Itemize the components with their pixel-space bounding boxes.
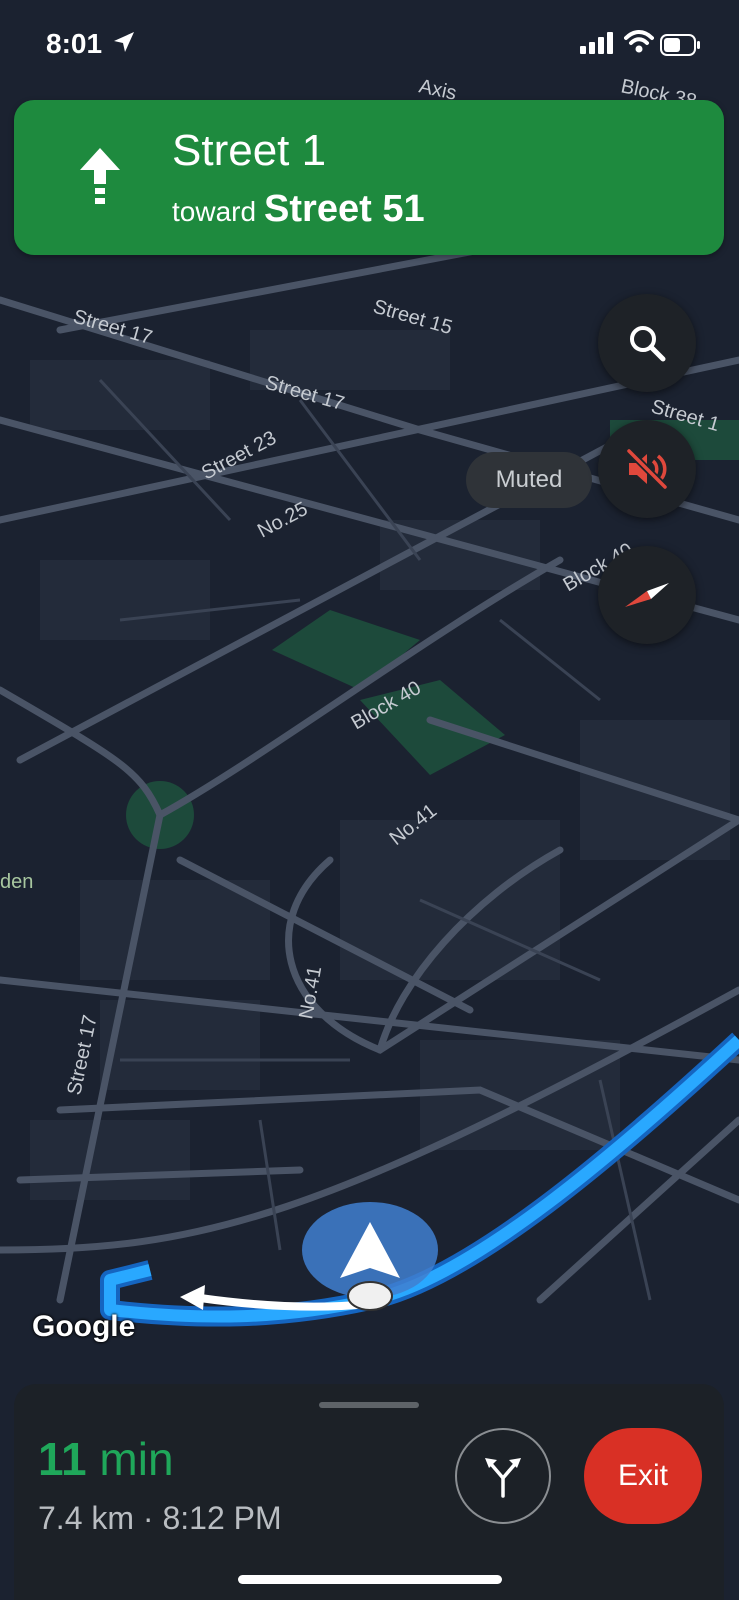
straight-arrow-icon [80, 148, 120, 204]
compass-button[interactable] [598, 546, 696, 644]
alternate-routes-button[interactable] [455, 1428, 551, 1524]
status-time: 8:01 [46, 28, 103, 59]
volume-off-icon [626, 448, 668, 490]
map-label: den [0, 871, 33, 893]
alternate-routes-icon [485, 1458, 521, 1498]
search-button[interactable] [598, 294, 696, 392]
sheet-drag-handle[interactable] [319, 1402, 419, 1408]
muted-label: Muted [466, 452, 592, 508]
toward-street: Street 51 [264, 188, 425, 230]
google-attribution: Google [32, 1310, 136, 1343]
eta-display: 11 min [38, 1432, 174, 1486]
exit-navigation-button[interactable]: Exit [584, 1428, 702, 1524]
toward-word: toward [172, 196, 257, 227]
mute-toggle-button[interactable] [598, 420, 696, 518]
compass-icon [625, 583, 669, 607]
wifi-icon [624, 30, 654, 53]
trip-info: 7.4 km · 8:12 PM [38, 1500, 282, 1536]
status-bar: 8:01 [0, 0, 739, 90]
location-arrow-icon [114, 32, 134, 52]
eta-minutes: 11 [38, 1433, 87, 1485]
search-icon [630, 326, 666, 362]
trip-bottom-sheet[interactable]: 11 min 7.4 km · 8:12 PM Exit [14, 1384, 724, 1600]
toward-line: toward Street 51 [172, 188, 425, 231]
eta-unit: min [99, 1433, 174, 1485]
navigation-instruction-banner[interactable]: Street 1 toward Street 51 [14, 100, 724, 255]
battery-icon [660, 34, 700, 56]
cellular-signal-icon [580, 32, 613, 54]
home-indicator[interactable] [238, 1575, 502, 1584]
current-street: Street 1 [172, 126, 327, 175]
